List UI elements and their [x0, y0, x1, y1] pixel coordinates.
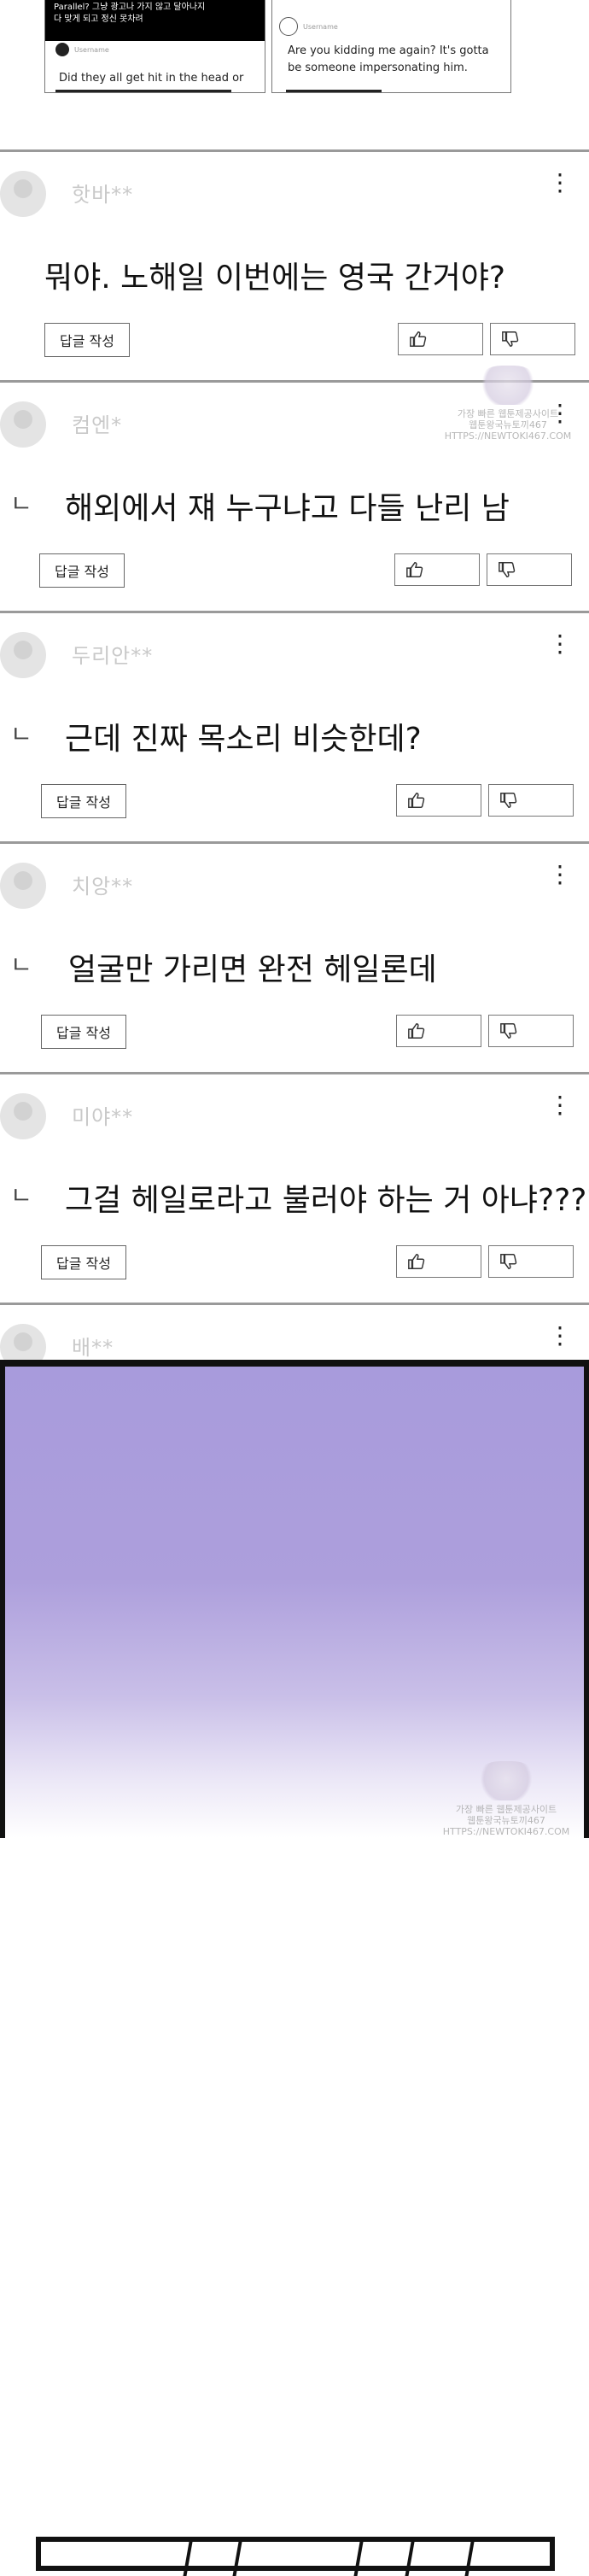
post-card-dark-header: Parallel? 그냥 광고나 가지 않고 달아나지 다 맞게 되고 정신 못…: [45, 0, 265, 41]
comment-text: 뭐야. 노해일 이번에는 영국 간거야?: [44, 261, 506, 296]
comment-text: 얼굴만 가리면 완전 헤일론데: [68, 952, 437, 987]
post-card-dark-text: Parallel? 그냥 광고나 가지 않고 달아나지: [54, 3, 206, 12]
like-button[interactable]: [396, 1245, 481, 1278]
thumbs-up-icon: [408, 793, 425, 808]
like-button[interactable]: [396, 1015, 481, 1047]
reply-button[interactable]: 답글 작성: [39, 553, 125, 588]
panel-stroke: [464, 2542, 475, 2576]
thumbs-down-icon: [500, 1023, 517, 1039]
watermark-logo: [478, 366, 538, 405]
post-card-dark-text: 다 맞게 되고 정신 못차려: [54, 15, 143, 24]
avatar: [279, 17, 298, 36]
comment-text: 해외에서 쟤 누구냐고 다들 난리 남: [65, 491, 510, 526]
thumbs-down-icon: [500, 1254, 517, 1269]
comment-item: 치앙** ⋮ ㄴ 얼굴만 가리면 완전 헤일론데 답글 작성: [0, 841, 589, 1072]
comment-username: 미야**: [72, 1105, 134, 1129]
more-vertical-icon[interactable]: ⋮: [548, 863, 572, 887]
reply-indicator-icon: ㄴ: [10, 951, 32, 979]
next-comic-panel: [36, 2537, 555, 2576]
watermark-text: HTTPS://NEWTOKI467.COM: [442, 1826, 570, 1837]
thumbs-up-icon: [406, 562, 423, 577]
post-card-meta: Username: [279, 17, 338, 36]
reply-indicator-icon: ㄴ: [10, 489, 32, 518]
more-vertical-icon[interactable]: ⋮: [548, 1324, 572, 1348]
reply-indicator-icon: ㄴ: [10, 720, 32, 748]
comment-username: 핫바**: [72, 183, 134, 207]
more-vertical-icon[interactable]: ⋮: [548, 632, 572, 656]
thumbs-up-icon: [410, 331, 427, 347]
more-vertical-icon[interactable]: ⋮: [548, 171, 572, 195]
avatar: [0, 1093, 46, 1139]
comic-panel: 가장 빠른 웹툰제공사이트 웹툰왕국뉴토끼467 HTTPS://NEWTOKI…: [0, 1360, 589, 2576]
watermark-text: HTTPS://NEWTOKI467.COM: [444, 430, 572, 442]
panel-stroke: [353, 2542, 364, 2576]
dislike-button[interactable]: [488, 784, 574, 817]
dislike-button[interactable]: [488, 1015, 574, 1047]
comment-username: 배**: [72, 1336, 114, 1360]
watermark-text: 웹툰왕국뉴토끼467: [467, 1815, 545, 1826]
watermark-logo: [476, 1761, 536, 1800]
avatar: [0, 863, 46, 909]
thumbs-up-icon: [408, 1023, 425, 1039]
reply-button[interactable]: 답글 작성: [41, 784, 126, 818]
avatar: [0, 171, 46, 217]
dislike-button[interactable]: [490, 323, 575, 355]
comment-username: 컴엔*: [72, 413, 123, 437]
watermark: 가장 빠른 웹툰제공사이트 웹툰왕국뉴토끼467 HTTPS://NEWTOKI…: [444, 366, 572, 442]
like-button[interactable]: [394, 553, 480, 586]
post-card-text: Did they all get hit in the head or: [59, 72, 244, 85]
watermark-text: 가장 빠른 웹툰제공사이트: [455, 1804, 557, 1815]
comment-item: 배** ⋮: [0, 1303, 589, 1362]
thumbs-down-icon: [500, 793, 517, 808]
comment-item: 미야** ⋮ ㄴ 그걸 헤일로라고 불러야 하는 거 아냐???? 답글 작성: [0, 1072, 589, 1303]
comment-item: 핫바** ⋮ 뭐야. 노해일 이번에는 영국 간거야? 답글 작성: [0, 149, 589, 380]
avatar: [55, 43, 69, 56]
reply-button[interactable]: 답글 작성: [41, 1245, 126, 1279]
panel-stroke: [232, 2542, 242, 2576]
thumbs-up-icon: [408, 1254, 425, 1269]
comment-item: 두리안** ⋮ ㄴ 근데 진짜 목소리 비슷한데? 답글 작성: [0, 611, 589, 841]
post-card-right: Username Are you kidding me again? It's …: [271, 0, 511, 93]
post-card-left: Parallel? 그냥 광고나 가지 않고 달아나지 다 맞게 되고 정신 못…: [44, 0, 265, 93]
reply-button[interactable]: 답글 작성: [41, 1015, 126, 1049]
comment-username: 두리안**: [72, 644, 154, 668]
comment-text: 그걸 헤일로라고 불러야 하는 거 아냐????: [65, 1183, 589, 1218]
avatar: [0, 632, 46, 678]
avatar: [0, 1324, 46, 1362]
reply-indicator-icon: ㄴ: [10, 1181, 32, 1209]
like-button[interactable]: [398, 323, 483, 355]
watermark-text: 웹툰왕국뉴토끼467: [469, 419, 547, 430]
watermark: 가장 빠른 웹툰제공사이트 웹툰왕국뉴토끼467 HTTPS://NEWTOKI…: [442, 1761, 570, 1837]
post-card-bar: [55, 90, 231, 92]
panel-stroke: [405, 2542, 415, 2576]
avatar: [0, 401, 46, 448]
watermark-text: 가장 빠른 웹툰제공사이트: [457, 408, 559, 419]
comment-item: 컴엔* ⋮ ㄴ 해외에서 쟤 누구냐고 다들 난리 남 답글 작성 가장 빠른 …: [0, 366, 589, 611]
post-card-text: Are you kidding me again? It's gotta be …: [288, 44, 489, 74]
post-card-username: Username: [303, 22, 338, 31]
like-button[interactable]: [396, 784, 481, 817]
panel-stroke: [183, 2542, 193, 2576]
more-vertical-icon[interactable]: ⋮: [548, 1093, 572, 1117]
comment-username: 치앙**: [72, 875, 134, 899]
comment-text: 근데 진짜 목소리 비슷한데?: [65, 722, 422, 757]
post-card-bar: [286, 90, 382, 92]
dislike-button[interactable]: [488, 1245, 574, 1278]
top-post-cards: Parallel? 그냥 광고나 가지 않고 달아나지 다 맞게 되고 정신 못…: [0, 0, 589, 149]
dislike-button[interactable]: [487, 553, 572, 586]
thumbs-down-icon: [499, 562, 516, 577]
reply-button[interactable]: 답글 작성: [44, 323, 130, 357]
post-card-username: Username: [74, 45, 109, 54]
post-card-meta: Username: [55, 43, 109, 56]
thumbs-down-icon: [502, 331, 519, 347]
